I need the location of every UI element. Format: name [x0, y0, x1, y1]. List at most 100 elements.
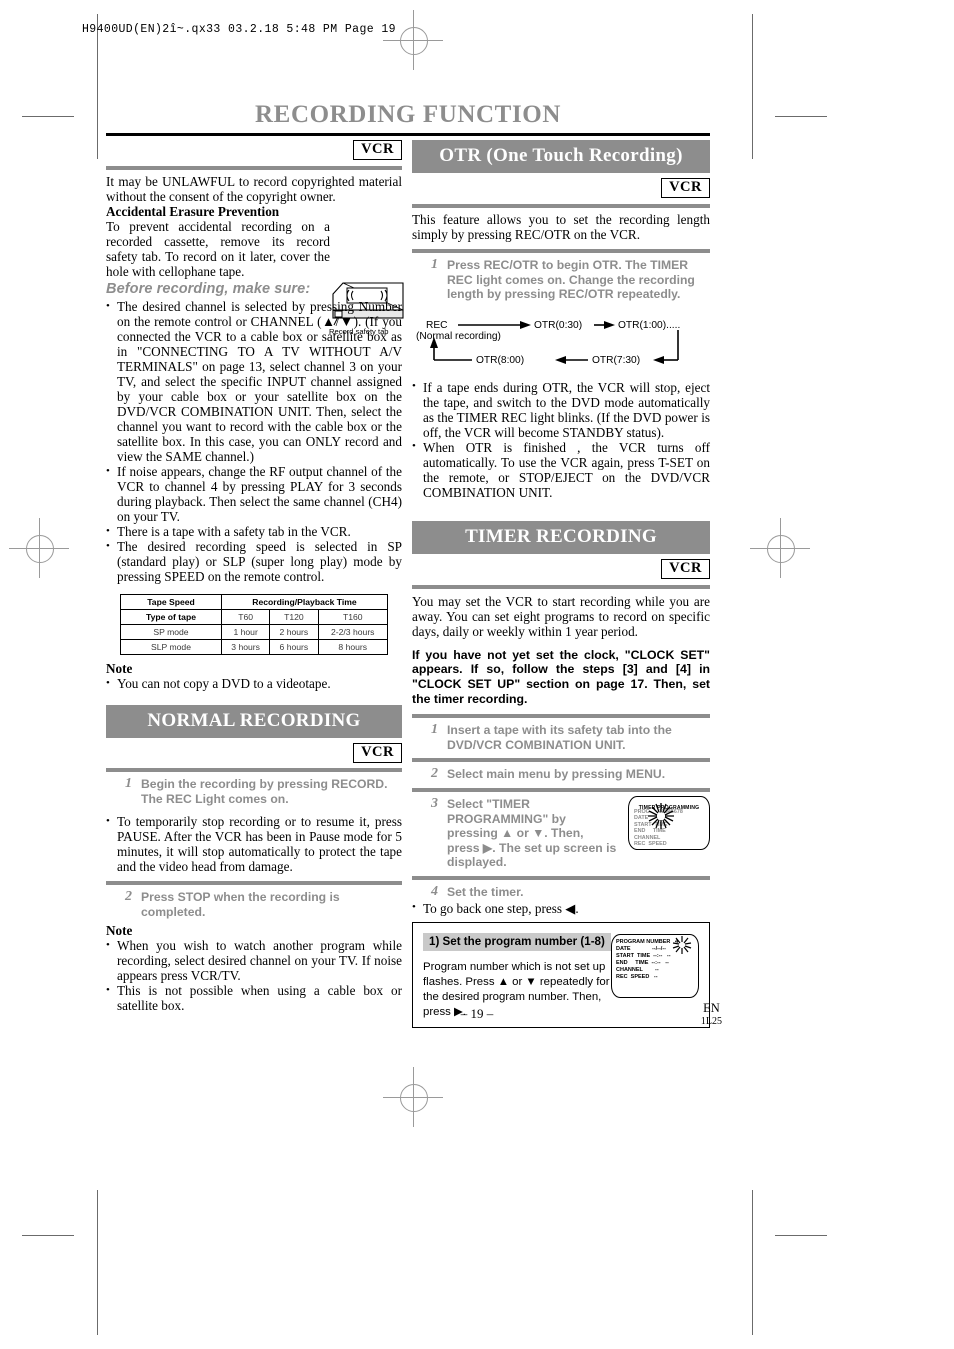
step-text: Set the timer.: [447, 884, 524, 899]
flash-burst-icon: [672, 935, 692, 954]
step-number: 1: [125, 776, 132, 791]
otr-flow-diagram: REC (Normal recording) OTR(0:30) OTR(1:0…: [412, 314, 710, 376]
title-rule: [106, 133, 710, 136]
step-number: 1: [431, 257, 438, 272]
step-text: Insert a tape with its safety tab into t…: [447, 723, 672, 752]
normal-recording-step-1: 1 Begin the recording by pressing RECORD…: [106, 772, 402, 812]
registration-cross-bottom-v: [413, 1067, 414, 1127]
note-list: You can not copy a DVD to a videotape.: [106, 676, 402, 692]
vcr-badge: VCR: [353, 140, 402, 160]
timer-recording-heading: TIMER RECORDING: [412, 520, 710, 554]
list-item: If noise appears, change the RF output c…: [106, 464, 402, 525]
tape-speed-table: Tape Speed Recording/Playback Time Type …: [120, 594, 388, 655]
erasure-text: To prevent accidental recording on a rec…: [106, 219, 330, 279]
table-cell: SP mode: [120, 624, 222, 640]
list-item: You can not copy a DVD to a videotape.: [106, 676, 402, 692]
table-row: Type of tape T60 T120 T160: [120, 609, 388, 625]
step-text: Select "TIMER PROGRAMMING" by pressing ▲…: [447, 796, 617, 870]
normal-recording-vcr-row: VCR: [106, 743, 402, 763]
table-cell: Tape Speed: [120, 594, 222, 610]
list-item: To go back one step, press ◀.: [412, 900, 710, 916]
timer-programming-screen: TIMER PROGRAMMING PROG 12345678 DATE STA…: [628, 795, 710, 850]
timer-step-1: 1 Insert a tape with its safety tab into…: [412, 718, 710, 758]
program-number-screen: PROGRAM NUMBER 4 DATE --/--/-- START TIM…: [611, 933, 699, 998]
copyright-warning: It may be UNLAWFUL to record copyrighted…: [106, 174, 402, 204]
timer-back-bullet: To go back one step, press ◀.: [412, 900, 710, 916]
vcr-badge: VCR: [661, 178, 710, 198]
step-text: Press STOP when the recording is complet…: [141, 890, 340, 919]
normal-recording-heading: NORMAL RECORDING: [106, 705, 402, 738]
registration-mark-right: [767, 535, 795, 563]
otr-heading: OTR (One Touch Recording): [412, 140, 710, 173]
list-item: If a tape ends during OTR, the VCR will …: [412, 379, 710, 440]
step-text: Begin the recording by pressing RECORD. …: [141, 777, 388, 806]
flow-arrows: [430, 320, 679, 364]
footer-code: EN 1L25: [701, 1002, 722, 1028]
before-recording-list: The desired channel is selected by press…: [106, 299, 402, 585]
otr-intro: This feature allows you to set the recor…: [412, 212, 710, 242]
list-item: To temporarily stop recording or to resu…: [106, 814, 402, 875]
timer-step-4: 4 Set the timer.: [412, 880, 710, 901]
list-item: There is a tape with a safety tab in the…: [106, 524, 402, 540]
step-text: Select main menu by pressing MENU.: [447, 767, 666, 782]
vcr-badge: VCR: [661, 558, 710, 579]
table-row: SLP mode 3 hours 6 hours 8 hours: [120, 639, 388, 655]
otr-bullets: If a tape ends during OTR, the VCR will …: [412, 379, 710, 500]
crop-mark-top-left: [22, 116, 74, 117]
otr-rule: [412, 204, 710, 208]
list-item: The desired recording speed is selected …: [106, 539, 402, 585]
step-number: 2: [431, 766, 438, 782]
timer-intro: You may set the VCR to start recording w…: [412, 593, 710, 639]
table-cell: 1 hour: [220, 624, 271, 640]
note-heading: Note: [106, 923, 133, 939]
left-vcr-badge-row: VCR: [106, 140, 402, 160]
timer-step-3: 3 Select "TIMER PROGRAMMING" by pressing…: [412, 792, 710, 876]
crop-mark-bottom-left: [97, 1190, 98, 1335]
list-item: When OTR is finished , the VCR turns off…: [412, 439, 710, 500]
registration-cross-top-v: [413, 10, 414, 70]
table-cell: T160: [317, 609, 388, 625]
step-text: Press REC/OTR to begin OTR. The TIMER RE…: [447, 258, 695, 302]
registration-mark-left: [26, 535, 54, 563]
registration-mark-bottom: [400, 1084, 428, 1112]
crop-mark-bottom-right: [752, 1190, 753, 1335]
program-number-tag: 1) Set the program number (1-8): [423, 932, 611, 951]
right-column: OTR (One Touch Recording) VCR This featu…: [412, 140, 710, 1028]
table-row: SP mode 1 hour 2 hours 2-2/3 hours: [120, 624, 388, 640]
table-cell: T60: [220, 609, 271, 625]
table-cell: 2 hours: [269, 624, 319, 640]
print-slug-line: H9400UD(EN)2î~.qx33 03.2.18 5:48 PM Page…: [82, 23, 396, 36]
table-cell: Recording/Playback Time: [221, 594, 388, 610]
step-number: 1: [431, 722, 438, 738]
table-row: Tape Speed Recording/Playback Time: [120, 594, 388, 610]
crop-mark-bottom-right-h: [775, 1235, 827, 1236]
timer-step-2: 2 Select main menu by pressing MENU.: [412, 762, 710, 788]
footer-language: EN: [703, 1001, 720, 1015]
left-section-rule: [106, 166, 402, 170]
page-title: RECORDING FUNCTION: [255, 101, 561, 128]
table-cell: 3 hours: [220, 639, 271, 655]
normal-recording-notes: When you wish to watch another program w…: [106, 938, 402, 1014]
step-number: 2: [125, 889, 132, 905]
table-cell: 2-2/3 hours: [317, 624, 388, 640]
footer-doc-code: 1L25: [700, 1016, 722, 1027]
registration-mark-top: [400, 27, 428, 55]
page-number: – 19 –: [460, 1006, 494, 1021]
note-heading: Note: [106, 661, 133, 676]
timer-vcr-row: VCR: [412, 558, 710, 579]
erasure-heading: Accidental Erasure Prevention: [106, 204, 280, 219]
clock-set-note: If you have not yet set the clock, "CLOC…: [412, 647, 710, 706]
vcr-badge: VCR: [353, 743, 402, 763]
table-cell: 6 hours: [269, 639, 319, 655]
table-cell: 8 hours: [317, 639, 388, 655]
table-cell: T120: [269, 609, 319, 625]
otr-step-1: 1 Press REC/OTR to begin OTR. The TIMER …: [412, 253, 710, 308]
registration-cross-right-v: [780, 518, 781, 578]
table-cell: SLP mode: [120, 639, 222, 655]
normal-recording-step-2: 2 Press STOP when the recording is compl…: [106, 885, 402, 925]
table-cell: Type of tape: [120, 609, 222, 625]
crop-mark-top-right: [775, 116, 827, 117]
flash-burst-icon: [648, 802, 674, 829]
step-number: 4: [431, 883, 438, 899]
list-item: The desired channel is selected by press…: [106, 299, 402, 465]
